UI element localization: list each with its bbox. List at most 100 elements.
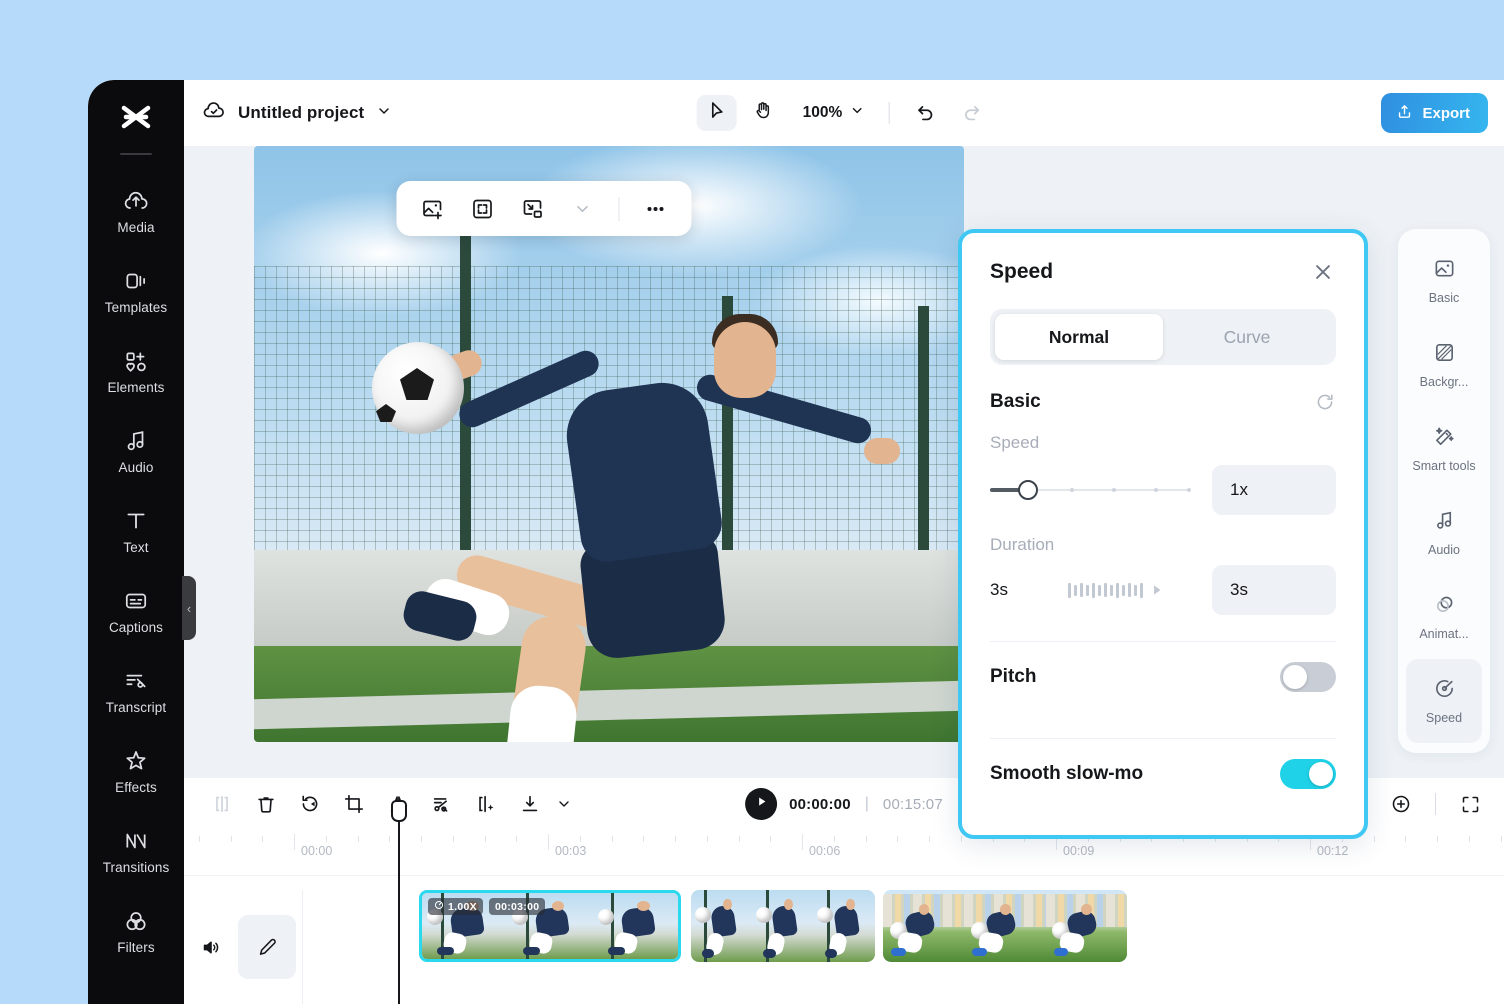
ruler-label: 00:03 (555, 844, 586, 858)
right-item-smart-tools[interactable]: Smart tools (1406, 407, 1482, 491)
duration-value-field[interactable]: 3s (1212, 565, 1336, 615)
pitch-toggle[interactable] (1280, 662, 1336, 692)
picture-in-picture-icon[interactable] (511, 188, 555, 230)
ruler-tick (516, 836, 517, 842)
rail-divider (120, 153, 152, 155)
ruler-label: 00:06 (809, 844, 840, 858)
download-icon[interactable] (508, 784, 552, 824)
ruler-tick (1501, 836, 1502, 842)
rotate-icon[interactable] (288, 784, 332, 824)
ruler-tick (961, 836, 962, 842)
fit-frame-icon[interactable] (461, 188, 505, 230)
table-row[interactable]: 1.00X 00:03:00 (419, 890, 681, 962)
project-title-menu[interactable]: Untitled project (202, 99, 392, 128)
sidebar-item-filters[interactable]: Filters (88, 891, 184, 971)
tab-curve[interactable]: Curve (1163, 314, 1331, 360)
timeline-divider (1435, 793, 1436, 815)
cut-scissors-icon[interactable] (420, 784, 464, 824)
ruler-tick (262, 836, 263, 842)
ruler-tick (580, 836, 581, 842)
ruler-tick (485, 836, 486, 842)
right-item-speed[interactable]: Speed (1406, 659, 1482, 743)
sidebar-item-captions[interactable]: Captions (88, 571, 184, 651)
playhead-handle[interactable] (391, 800, 407, 822)
right-item-background[interactable]: Backgr... (1406, 323, 1482, 407)
sidebar-collapse-handle[interactable]: ‹ (182, 576, 196, 640)
preview-player-hand-right (864, 438, 900, 464)
undo-icon (914, 100, 936, 127)
split-brackets-icon[interactable] (200, 784, 244, 824)
export-button[interactable]: Export (1381, 93, 1488, 133)
sidebar-item-transcript[interactable]: Transcript (88, 651, 184, 731)
transitions-icon (123, 828, 149, 854)
redo-button[interactable] (951, 95, 991, 131)
play-button[interactable] (745, 788, 777, 820)
speed-slider[interactable] (990, 479, 1190, 501)
sidebar-item-transitions[interactable]: Transitions (88, 811, 184, 891)
ruler-tick (612, 836, 613, 842)
track-header (184, 890, 302, 1004)
right-item-label: Animat... (1419, 627, 1468, 641)
music-note-icon (123, 428, 149, 454)
ruler-tick (199, 836, 200, 842)
sidebar-item-label: Audio (118, 460, 153, 475)
basic-section-title: Basic (990, 391, 1041, 413)
track-clip-area[interactable]: 1.00X 00:03:00 (302, 890, 1504, 1004)
ruler-tick (866, 836, 867, 842)
top-toolbar: Untitled project (184, 80, 1504, 146)
right-item-basic[interactable]: Basic (1406, 239, 1482, 323)
sidebar-item-audio[interactable]: Audio (88, 411, 184, 491)
clip-duration-badge: 00:03:00 (489, 898, 545, 915)
reset-circular-arrow-icon[interactable] (1314, 391, 1336, 413)
sidebar-item-elements[interactable]: Elements (88, 331, 184, 411)
capcut-logo-icon[interactable] (118, 104, 154, 139)
tab-normal[interactable]: Normal (995, 314, 1163, 360)
ruler-tick-major (548, 834, 549, 850)
more-dots-icon[interactable] (634, 188, 678, 230)
smooth-slow-mo-label: Smooth slow-mo (990, 763, 1143, 785)
right-item-label: Smart tools (1412, 459, 1475, 473)
time-separator: | (865, 795, 869, 813)
sidebar-item-text[interactable]: Text (88, 491, 184, 571)
crop-icon[interactable] (332, 784, 376, 824)
chevron-down-icon[interactable] (552, 784, 576, 824)
clip-filmstrip (883, 890, 1127, 962)
undo-button[interactable] (905, 95, 945, 131)
zoom-level-select[interactable]: 100% (789, 103, 873, 123)
speed-slider-knob[interactable] (1018, 480, 1038, 500)
sidebar-item-media[interactable]: Media (88, 171, 184, 251)
right-item-label: Speed (1426, 711, 1462, 725)
select-tool-button[interactable] (697, 95, 737, 131)
plus-circle-icon[interactable] (1383, 786, 1419, 822)
close-x-icon[interactable] (1310, 259, 1336, 285)
playhead[interactable] (398, 802, 400, 1004)
smooth-slow-mo-toggle[interactable] (1280, 759, 1336, 789)
speed-slider-tick (1187, 488, 1191, 492)
play-triangle-icon (755, 795, 768, 813)
sidebar-item-templates[interactable]: Templates (88, 251, 184, 331)
add-image-icon[interactable] (411, 188, 455, 230)
trash-icon[interactable] (244, 784, 288, 824)
clip-frame (1046, 890, 1127, 962)
status-badge: 1.00X (428, 898, 483, 915)
sidebar-item-label: Effects (115, 780, 157, 795)
pencil-edit-icon[interactable] (238, 915, 296, 979)
split-sparkle-icon[interactable] (464, 784, 508, 824)
right-item-audio[interactable]: Audio (1406, 491, 1482, 575)
ruler-tick-major (802, 834, 803, 850)
ruler-tick (326, 836, 327, 842)
clip-frame (964, 890, 1045, 962)
cloud-check-icon (202, 99, 226, 128)
hand-tool-button[interactable] (743, 95, 783, 131)
speed-value-field[interactable]: 1x (1212, 465, 1336, 515)
speaker-on-icon[interactable] (194, 930, 228, 964)
ruler-tick-major (294, 834, 295, 850)
table-row[interactable] (691, 890, 875, 962)
right-item-animation[interactable]: Animat... (1406, 575, 1482, 659)
ruler-tick (1437, 836, 1438, 842)
export-button-label: Export (1422, 105, 1470, 122)
chevron-down-icon[interactable] (561, 188, 605, 230)
sidebar-item-effects[interactable]: Effects (88, 731, 184, 811)
table-row[interactable] (883, 890, 1127, 962)
expand-frame-icon[interactable] (1452, 786, 1488, 822)
